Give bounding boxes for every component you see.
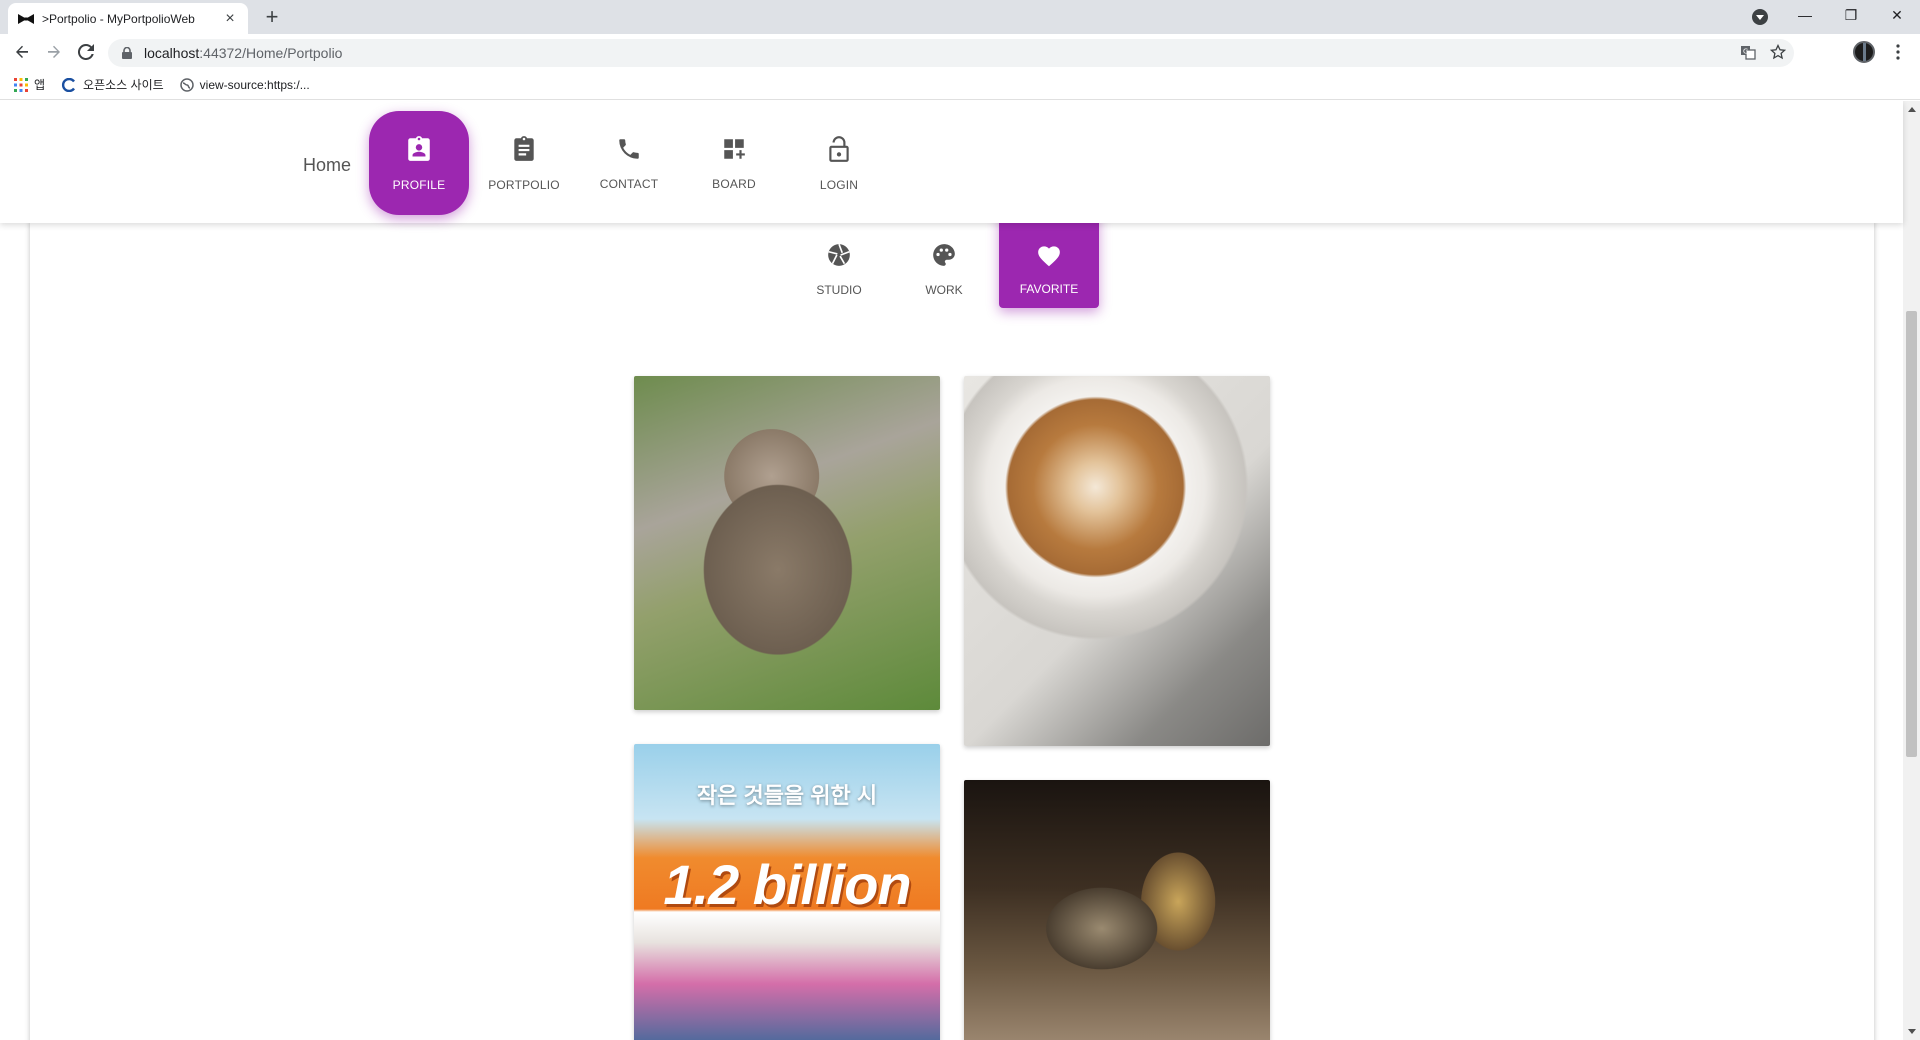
scroll-up-arrow-icon[interactable]	[1908, 107, 1916, 112]
close-window-icon[interactable]: ✕	[1874, 0, 1920, 32]
lock-icon[interactable]	[120, 46, 134, 60]
url-text: localhost:44372/Home/Portpolio	[144, 45, 342, 61]
svg-text:G: G	[1743, 48, 1748, 56]
restore-icon[interactable]: ❐	[1828, 0, 1874, 32]
tab-search-icon[interactable]	[1752, 9, 1768, 25]
nav-label: PORTPOLIO	[488, 177, 560, 192]
nav-profile-button[interactable]: PROFILE	[369, 111, 469, 215]
photo-otter[interactable]	[634, 376, 940, 710]
tab-close-icon[interactable]: ×	[222, 10, 238, 27]
nav-label: PROFILE	[392, 177, 446, 192]
photo-car-night[interactable]	[964, 780, 1270, 1040]
reload-button[interactable]	[74, 40, 98, 64]
url-path: :44372/Home/Portpolio	[199, 45, 343, 61]
tab-title: >Portpolio - MyPortpolioWeb	[42, 11, 195, 26]
back-button[interactable]	[10, 40, 34, 64]
phone-icon	[616, 136, 642, 167]
translate-icon[interactable]: G	[1740, 44, 1756, 65]
browser-tab[interactable]: >Portpolio - MyPortpolioWeb ×	[8, 3, 248, 34]
avatar	[1853, 41, 1875, 63]
bookmark-apps[interactable]: 앱	[14, 76, 45, 93]
bookmark-view-source[interactable]: view-source:https:/...	[179, 77, 310, 92]
page-scrollbar[interactable]	[1903, 101, 1920, 1040]
photo-bts-poster[interactable]: 작은 것들을 위한 시 1.2 billion	[634, 744, 940, 1040]
poster-headline: 1.2 billion	[663, 853, 911, 916]
camera-aperture-icon	[826, 242, 852, 273]
nav-contact-button[interactable]: CONTACT	[579, 111, 679, 215]
palette-icon	[931, 242, 957, 273]
forward-button[interactable]	[42, 40, 66, 64]
nav-label: LOGIN	[819, 177, 859, 192]
heart-icon	[1036, 243, 1062, 272]
clipboard-icon	[511, 135, 537, 168]
photo-latte[interactable]	[964, 376, 1270, 746]
nav-login-button[interactable]: LOGIN	[789, 111, 889, 215]
dashboard-add-icon	[721, 136, 747, 167]
browser-menu-icon[interactable]	[1886, 40, 1910, 64]
nav-label: CONTACT	[599, 176, 659, 191]
bookmark-star-icon[interactable]	[1769, 43, 1787, 65]
page-content: Home PROFILE PORTPOLIO CONTACT BOARD LOG…	[0, 101, 1920, 1040]
url-host: localhost	[144, 45, 200, 61]
bookmarks-bar: 앱 오픈소스 사이트 view-source:https:/...	[0, 70, 1920, 100]
globe-icon	[179, 77, 194, 92]
pill-label: STUDIO	[816, 282, 862, 297]
window-controls: — ❐ ✕	[1782, 0, 1920, 32]
bookmark-label: 앱	[34, 78, 46, 92]
contact-badge-icon	[406, 135, 432, 168]
bowtie-favicon-icon	[18, 13, 34, 24]
browser-toolbar: localhost:44372/Home/Portpolio G	[0, 34, 1920, 70]
nav-portpolio-button[interactable]: PORTPOLIO	[474, 111, 574, 215]
bookmark-opensource[interactable]: 오픈소스 사이트	[61, 76, 164, 93]
lock-open-icon	[827, 135, 851, 168]
poster-title: 작은 것들을 위한 시	[696, 783, 878, 808]
minimize-icon[interactable]: —	[1782, 0, 1828, 32]
top-navbar: Home PROFILE PORTPOLIO CONTACT BOARD LOG…	[0, 101, 1903, 223]
nav-label: BOARD	[712, 176, 756, 191]
nav-board-button[interactable]: BOARD	[684, 111, 784, 215]
pill-label: WORK	[925, 282, 963, 297]
bookmark-label: view-source:https:/...	[199, 77, 310, 92]
address-bar[interactable]: localhost:44372/Home/Portpolio G	[108, 39, 1794, 67]
profile-avatar[interactable]	[1852, 40, 1876, 64]
scroll-down-arrow-icon[interactable]	[1908, 1029, 1916, 1034]
scroll-thumb[interactable]	[1906, 311, 1917, 757]
new-tab-button[interactable]: +	[260, 6, 284, 30]
apps-grid-icon	[14, 77, 28, 92]
home-link[interactable]: Home	[303, 155, 351, 176]
tab-strip: >Portpolio - MyPortpolioWeb × + — ❐ ✕	[0, 0, 1920, 34]
content-card	[30, 221, 1874, 1040]
site-c-icon	[61, 77, 77, 92]
bookmark-label: 오픈소스 사이트	[83, 78, 164, 92]
pill-label: FAVORITE	[1019, 281, 1079, 296]
